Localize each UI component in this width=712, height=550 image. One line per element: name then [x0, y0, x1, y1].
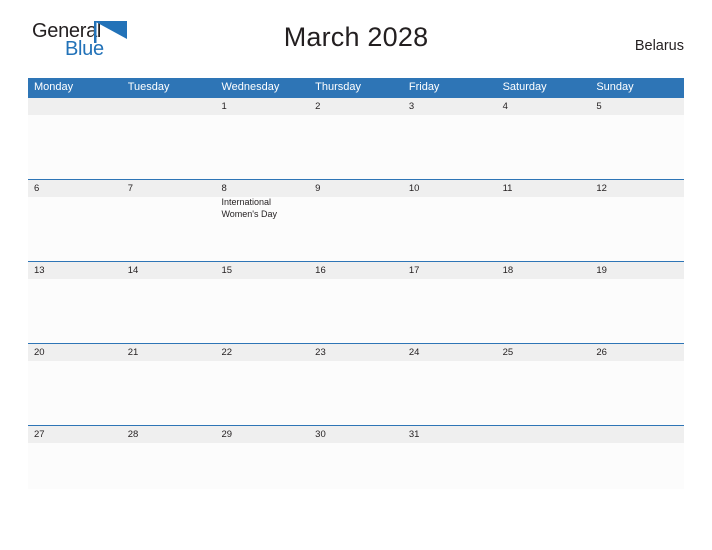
day-cell[interactable]: 23: [309, 344, 403, 425]
day-cell[interactable]: 29: [215, 426, 309, 489]
country-label: Belarus: [634, 38, 684, 54]
weekday-header-thursday: Thursday: [315, 81, 362, 93]
day-cell[interactable]: 31: [403, 426, 497, 489]
day-cell[interactable]: 19: [590, 262, 684, 343]
calendar-week-row: 13 14 15 16 17 18 19: [28, 261, 684, 343]
calendar-weeks: 1 2 3 4 5 6 7 8 International Women's Day 9 10 11 12 1…: [28, 97, 684, 489]
day-number: 5: [596, 101, 602, 112]
weekday-header-saturday: Saturday: [502, 81, 547, 93]
day-cell[interactable]: 28: [122, 426, 216, 489]
day-number: 23: [315, 347, 326, 358]
calendar-page: General Blue March 2028 Belarus Monday T…: [0, 0, 712, 550]
day-number: 12: [596, 183, 607, 194]
day-number: 26: [596, 347, 607, 358]
weekday-header-monday: Monday: [34, 81, 74, 93]
day-cell[interactable]: 9: [309, 180, 403, 261]
day-cell[interactable]: 22: [215, 344, 309, 425]
day-cell[interactable]: 5: [590, 98, 684, 179]
day-cell[interactable]: 10: [403, 180, 497, 261]
calendar-week-row: 20 21 22 23 24 25 26: [28, 343, 684, 425]
day-number: 10: [408, 183, 420, 194]
day-cell-empty[interactable]: [28, 98, 122, 179]
day-number: 24: [408, 347, 420, 358]
weekday-header-tuesday: Tuesday: [127, 81, 170, 93]
day-cell[interactable]: 27: [28, 426, 122, 489]
day-number: 19: [596, 265, 607, 276]
day-cell[interactable]: 11: [497, 180, 591, 261]
day-number: 1: [221, 101, 227, 112]
calendar-week-row: 6 7 8 International Women's Day 9 10 11 12: [28, 179, 684, 261]
day-cell[interactable]: 3: [403, 98, 497, 179]
calendar-week-row: 1 2 3 4 5: [28, 97, 684, 179]
day-cell[interactable]: 2: [309, 98, 403, 179]
day-cell[interactable]: 13: [28, 262, 122, 343]
day-number: 21: [127, 347, 139, 358]
day-number: 3: [408, 101, 415, 112]
day-number: 18: [502, 265, 514, 276]
calendar-week-row: 27 28 29 30 31: [28, 425, 684, 489]
weekday-header-row: Monday Tuesday Wednesday Thursday Friday…: [28, 78, 684, 97]
day-number: [34, 100, 117, 114]
day-cell[interactable]: 7: [122, 180, 216, 261]
day-number: 4: [502, 101, 508, 112]
day-number: 8: [221, 183, 227, 194]
day-number: 28: [127, 429, 139, 440]
day-cell[interactable]: 26: [590, 344, 684, 425]
day-cell[interactable]: 12: [590, 180, 684, 261]
day-number: 11: [502, 183, 513, 194]
day-number: 27: [34, 429, 45, 440]
day-cell[interactable]: 4: [497, 98, 591, 179]
day-number: [503, 428, 586, 442]
day-number: 9: [315, 183, 321, 194]
day-cell[interactable]: 16: [309, 262, 403, 343]
day-number: 2: [315, 101, 321, 112]
day-cell-empty[interactable]: [122, 98, 216, 179]
day-number: [128, 100, 211, 114]
day-number: 20: [34, 347, 45, 358]
day-number: 16: [315, 265, 326, 276]
day-number: 17: [408, 265, 420, 276]
day-event: International Women's Day: [221, 197, 304, 220]
calendar-grid: Monday Tuesday Wednesday Thursday Friday…: [28, 78, 684, 489]
day-cell[interactable]: 24: [403, 344, 497, 425]
day-number: 15: [221, 265, 233, 276]
day-cell[interactable]: 6: [28, 180, 122, 261]
weekday-header-sunday: Sunday: [596, 81, 634, 93]
page-header: General Blue March 2028 Belarus: [28, 0, 684, 60]
day-number: 29: [221, 429, 233, 440]
day-number: 30: [315, 429, 326, 440]
day-cell-empty[interactable]: [590, 426, 684, 489]
day-number: 7: [127, 183, 134, 194]
day-cell[interactable]: 30: [309, 426, 403, 489]
day-cell[interactable]: 8 International Women's Day: [215, 180, 309, 261]
day-number: 14: [127, 265, 139, 276]
day-cell[interactable]: 20: [28, 344, 122, 425]
day-cell[interactable]: 14: [122, 262, 216, 343]
day-number: 31: [408, 429, 420, 440]
day-number: 6: [34, 183, 40, 194]
day-cell[interactable]: 17: [403, 262, 497, 343]
day-event-line: International: [221, 197, 271, 207]
day-cell[interactable]: 15: [215, 262, 309, 343]
day-cell[interactable]: 25: [497, 344, 591, 425]
day-number: [596, 428, 679, 442]
page-title: March 2028: [283, 22, 429, 52]
day-cell[interactable]: 1: [215, 98, 309, 179]
day-number: 13: [34, 265, 45, 276]
weekday-header-wednesday: Wednesday: [221, 81, 280, 93]
weekday-header-friday: Friday: [408, 81, 440, 93]
day-event-line: Women's Day: [221, 208, 278, 219]
day-number: 25: [502, 347, 514, 358]
day-cell-empty[interactable]: [497, 426, 591, 489]
day-cell[interactable]: 18: [497, 262, 591, 343]
day-cell[interactable]: 21: [122, 344, 216, 425]
day-number: 22: [221, 347, 233, 358]
